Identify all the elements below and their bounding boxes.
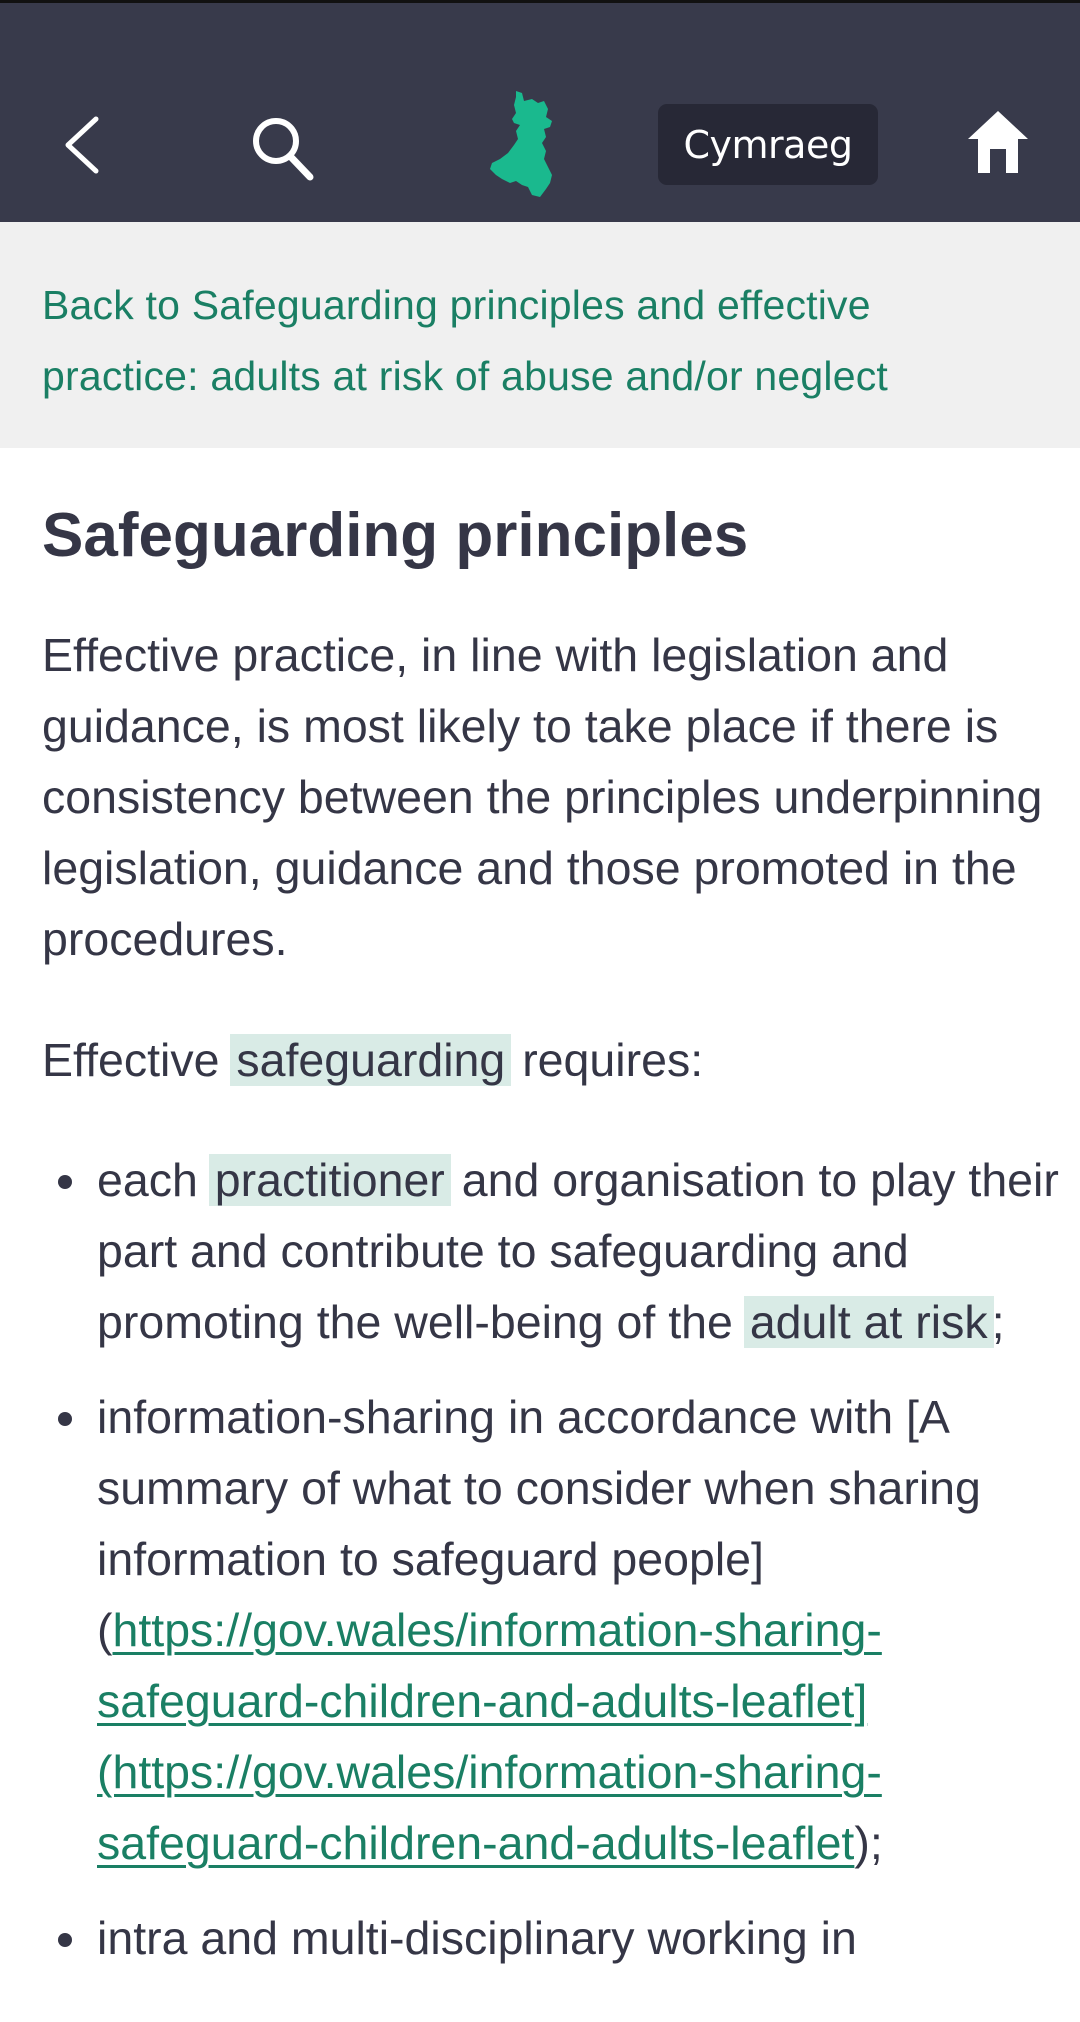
text: requires: [509,1034,704,1086]
search-icon[interactable] [250,115,316,181]
bullet-icon [58,1412,72,1426]
bullet-icon [58,1933,72,1947]
text: Effective [42,1034,233,1086]
home-icon[interactable] [966,109,1030,175]
intro-paragraph: Effective practice, in line with legisla… [42,629,1043,965]
back-to-parent-link[interactable]: Back to Safeguarding principles and effe… [42,270,1002,412]
text: ; [991,1296,1005,1348]
list-item: intra and multi-disciplinary working in [0,1903,1080,1974]
page-title: Safeguarding principles [42,501,749,570]
list-item: each practitioner and organisation to pl… [0,1145,1080,1358]
glossary-term-safeguarding[interactable]: safeguarding [230,1034,512,1086]
text: intra and multi-disciplinary working in [97,1912,857,1964]
info-sharing-leaflet-link[interactable]: https://gov.wales/information-sharing-sa… [97,1604,882,1727]
glossary-term-adult-at-risk[interactable]: adult at risk [743,1296,994,1348]
glossary-term-practitioner[interactable]: practitioner [208,1154,451,1206]
wales-map-logo-icon[interactable] [486,89,578,199]
language-toggle-button[interactable]: Cymraeg [658,104,878,185]
chevron-left-icon[interactable] [60,115,104,175]
info-sharing-leaflet-link-2[interactable]: (https://gov.wales/information-sharing-s… [97,1746,882,1869]
text: each [97,1154,211,1206]
requires-paragraph: Effective safeguarding requires: [42,1025,1052,1096]
requirements-list: each practitioner and organisation to pl… [0,1145,1080,1998]
list-item: information-sharing in accordance with [… [0,1382,1080,1879]
app-header: Cymraeg [0,3,1080,222]
bullet-icon [58,1175,72,1189]
text: ); [854,1817,883,1869]
